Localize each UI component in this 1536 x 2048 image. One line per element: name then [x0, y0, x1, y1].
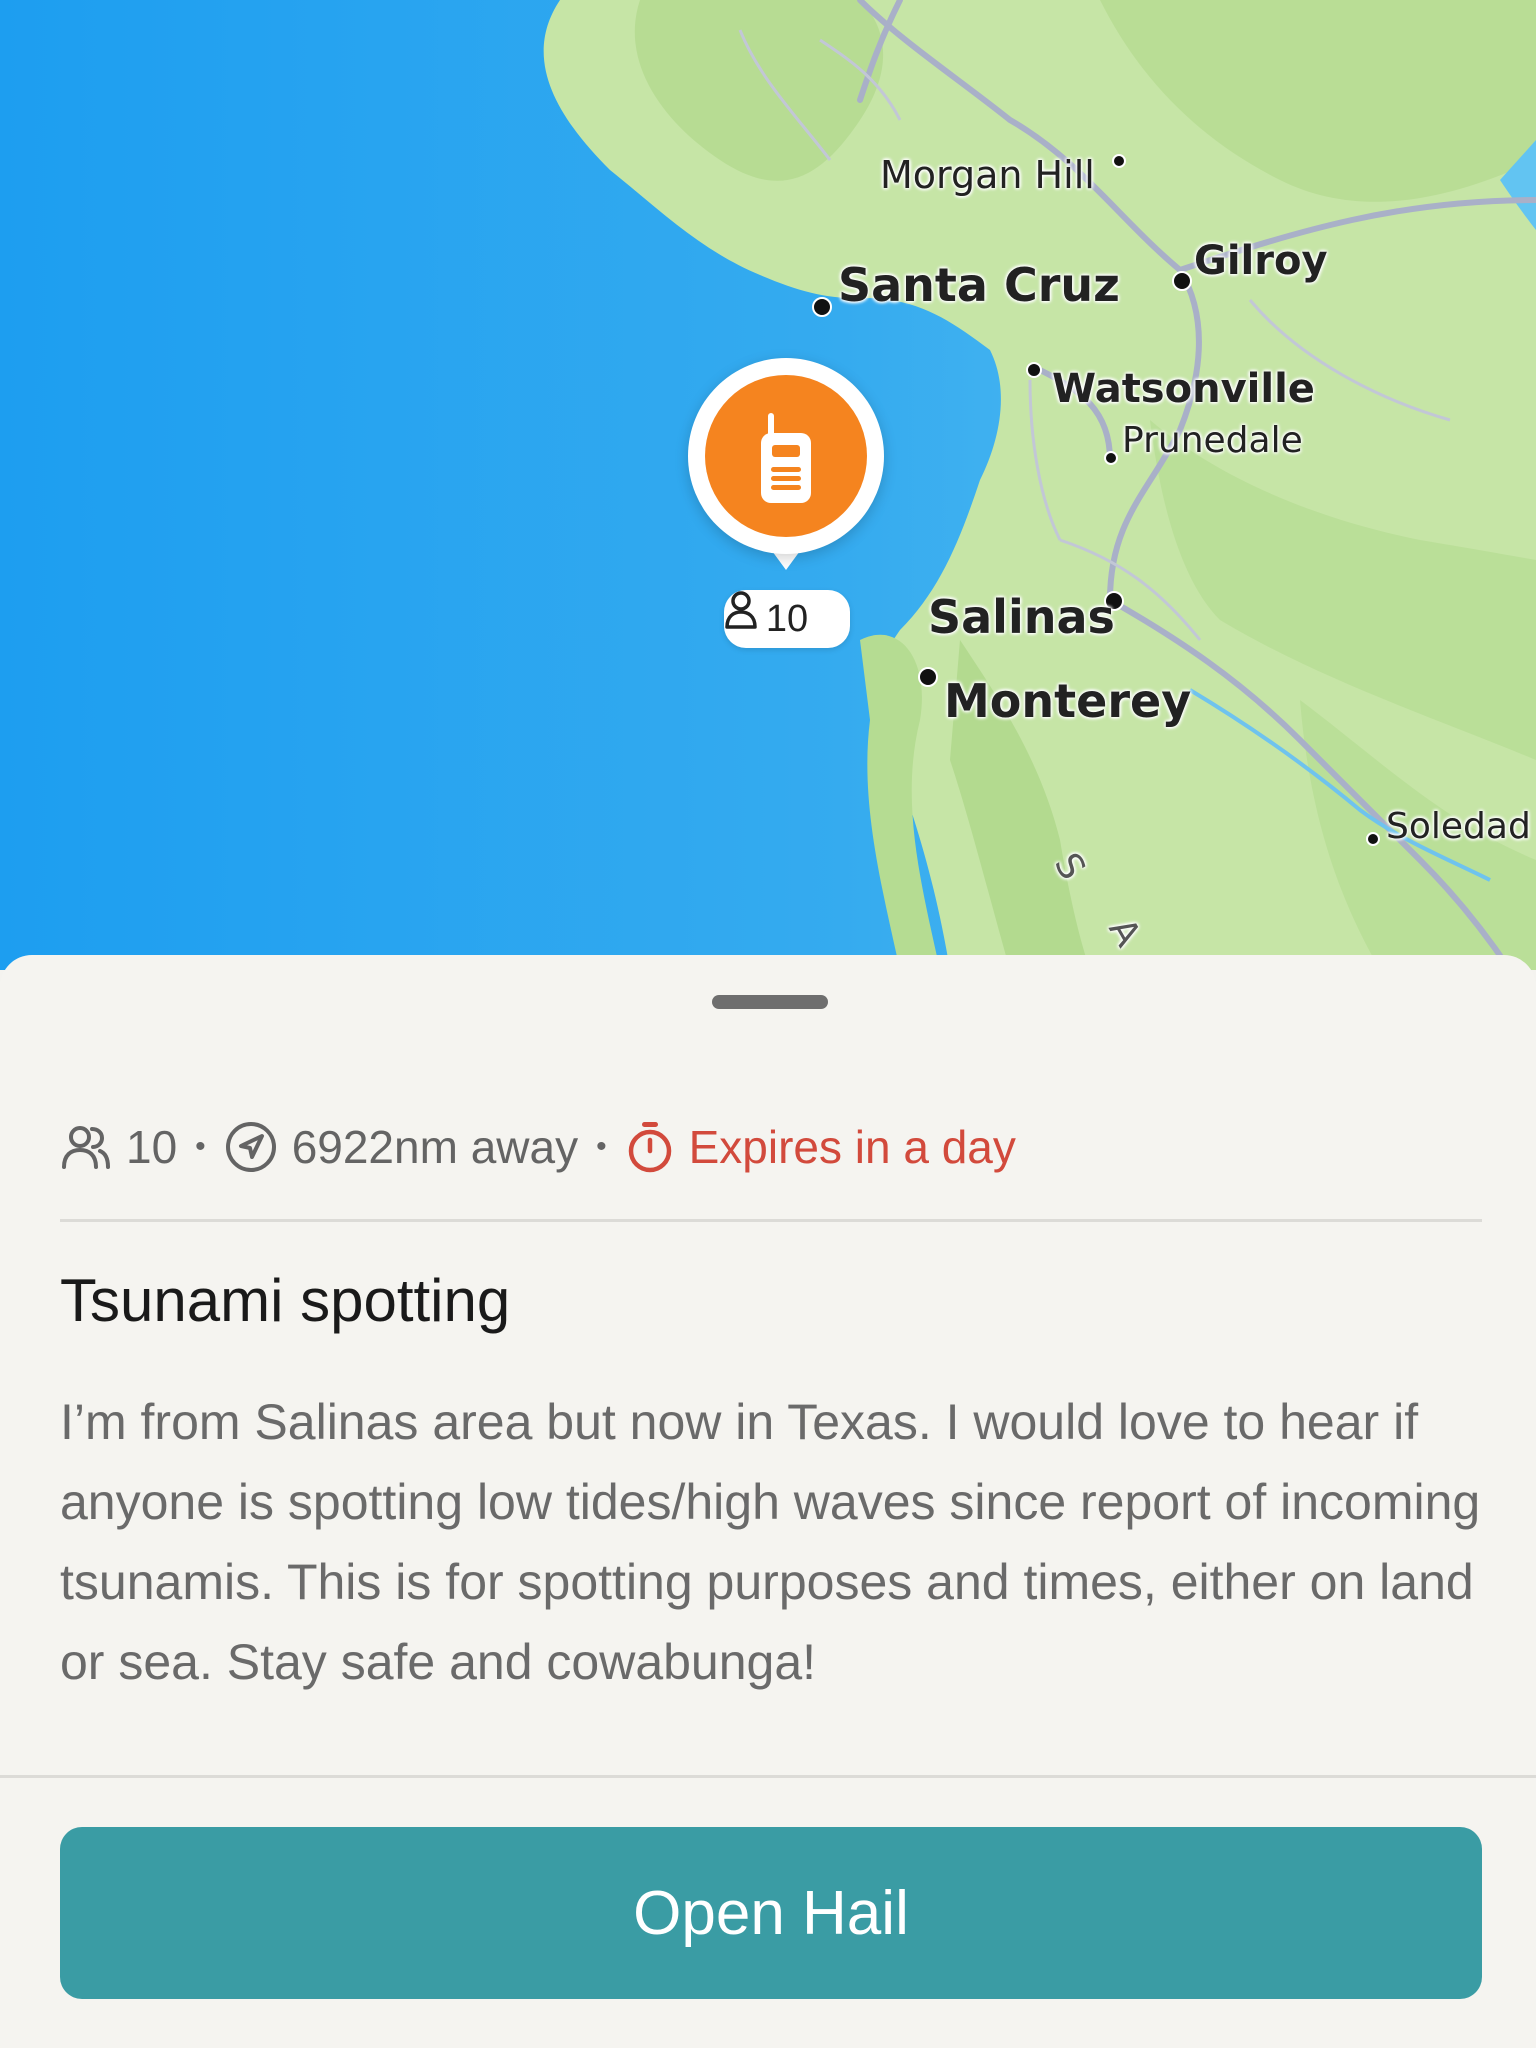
city-dot-soledad [1366, 832, 1380, 846]
pin-member-count: 10 [724, 590, 850, 648]
city-label-monterey[interactable]: Monterey [944, 674, 1191, 728]
divider [60, 1219, 1482, 1222]
member-count: 10 [126, 1121, 178, 1173]
sheet-drag-handle[interactable] [712, 995, 828, 1009]
separator-dot: • [195, 1130, 206, 1163]
city-label-morgan-hill[interactable]: Morgan Hill [880, 153, 1095, 197]
expires-text: Expires in a day [688, 1121, 1016, 1173]
city-dot-monterey [918, 667, 938, 687]
pin-count-text: 10 [765, 597, 809, 640]
hail-title: Tsunami spotting [60, 1267, 511, 1334]
city-label-salinas[interactable]: Salinas [928, 590, 1115, 644]
radio-icon [761, 413, 811, 503]
city-dot-watsonville [1026, 362, 1042, 378]
city-dot-prunedale [1104, 451, 1118, 465]
hail-map-pin[interactable] [688, 358, 884, 554]
city-dot-morgan-hill [1112, 154, 1126, 168]
map-view[interactable]: Morgan Hill Santa Cruz Gilroy Watsonvill… [0, 0, 1536, 970]
separator-dot: • [596, 1130, 607, 1163]
footer-divider [0, 1775, 1536, 1778]
navigation-arrow-icon [225, 1122, 276, 1172]
city-label-watsonville[interactable]: Watsonville [1052, 366, 1315, 412]
city-label-soledad[interactable]: Soledad [1386, 806, 1531, 847]
city-label-prunedale[interactable]: Prunedale [1122, 420, 1303, 461]
open-hail-button[interactable]: Open Hail [60, 1827, 1482, 1999]
city-label-gilroy[interactable]: Gilroy [1194, 238, 1328, 284]
distance-text: 6922nm away [291, 1121, 579, 1173]
hail-meta-row: 10 • 6922nm away • Expires in a day [60, 1112, 1016, 1182]
city-dot-gilroy [1172, 271, 1192, 291]
city-dot-santa-cruz [812, 297, 832, 317]
hail-description: I’m from Salinas area but now in Texas. … [60, 1394, 1481, 1690]
timer-icon [628, 1122, 671, 1173]
city-label-santa-cruz[interactable]: Santa Cruz [838, 258, 1120, 312]
people-icon [62, 1126, 110, 1169]
person-icon [725, 591, 757, 629]
